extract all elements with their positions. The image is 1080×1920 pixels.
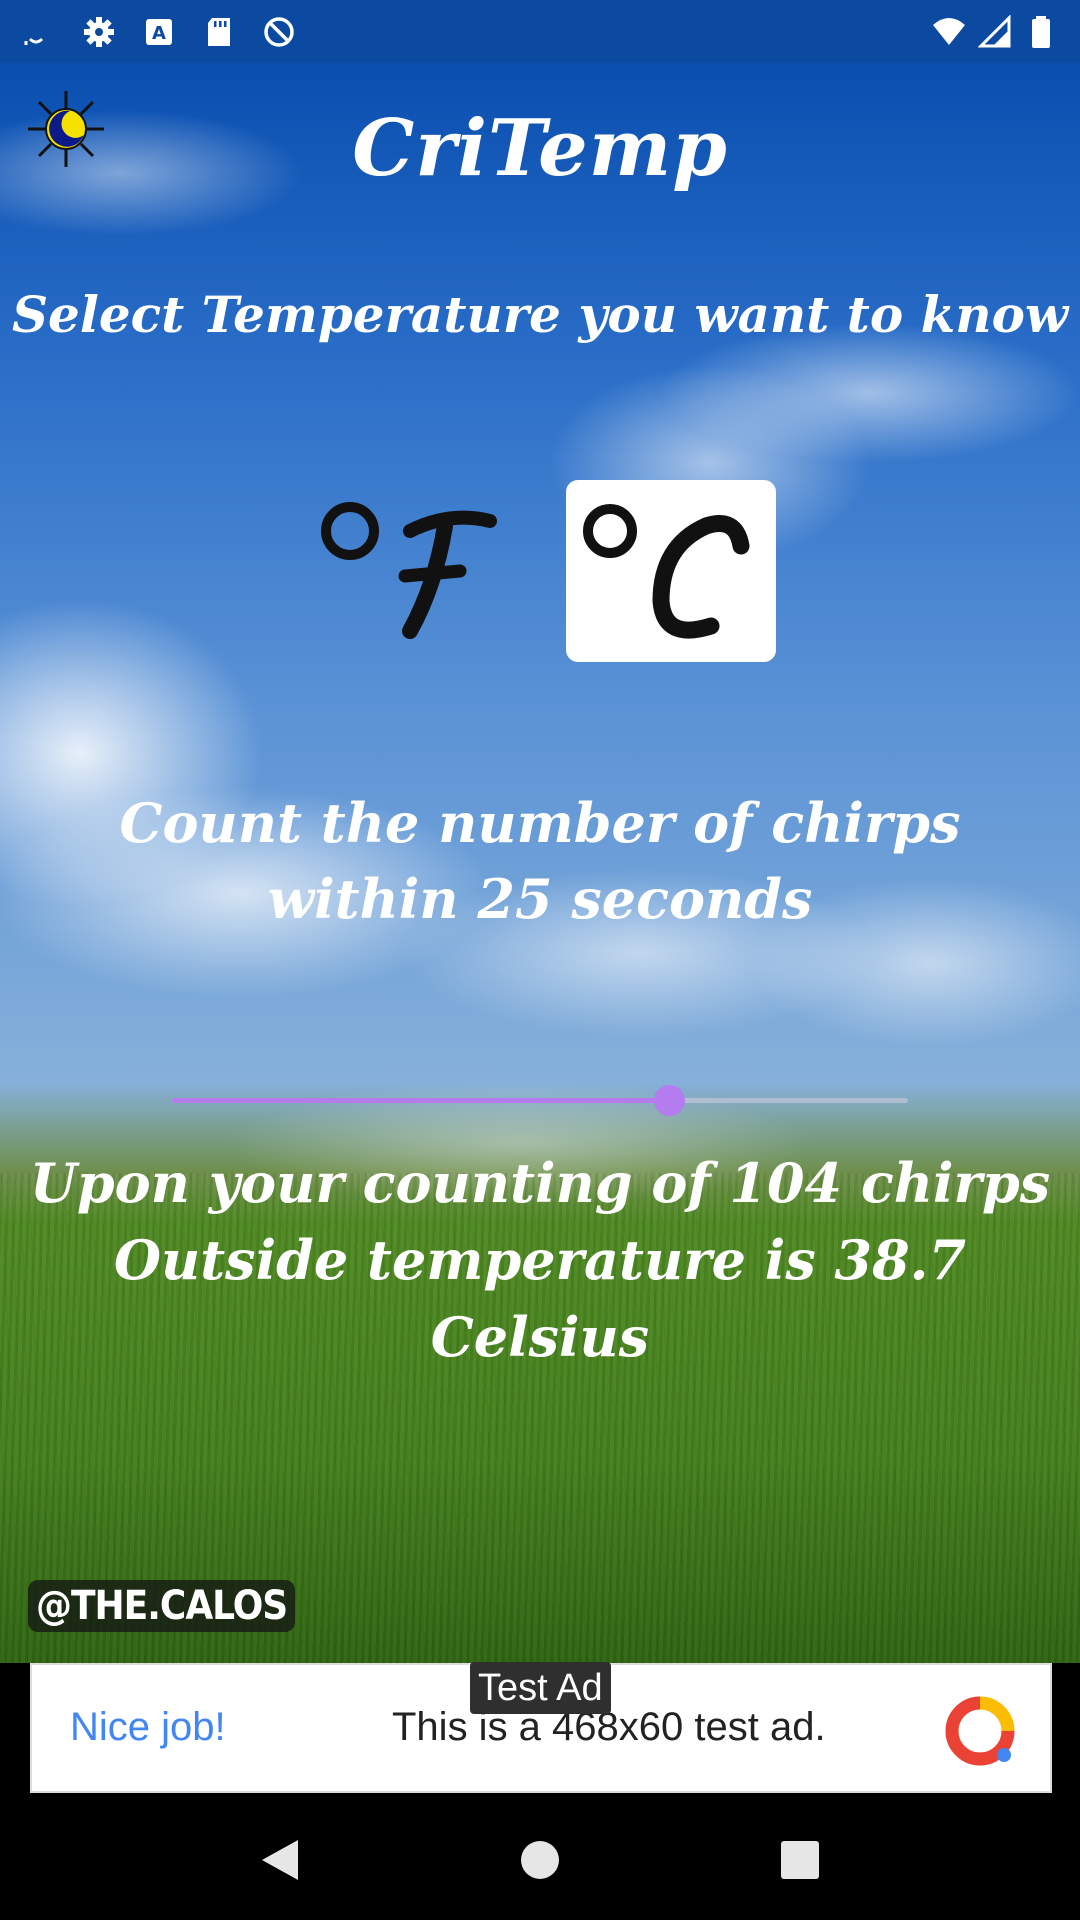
home-icon	[521, 1841, 559, 1879]
result-text: Upon your counting of 104 chirps Outside…	[0, 1145, 1080, 1376]
back-button[interactable]	[245, 1825, 315, 1895]
result-line-2: Outside temperature is 38.7 Celsius	[113, 1228, 967, 1369]
svg-text:A: A	[152, 23, 166, 44]
keyboard-a-icon: A	[146, 18, 172, 45]
sd-card-icon	[208, 17, 230, 46]
wifi-icon	[933, 17, 965, 45]
instruction-line-1: Count the number of chirps	[119, 791, 961, 855]
navigation-bar	[0, 1800, 1080, 1920]
status-right-icons	[932, 14, 1058, 49]
chirp-count-slider[interactable]	[172, 1079, 908, 1123]
ad-area: Nice job! This is a 468x60 test ad. Test…	[0, 1662, 1080, 1800]
recents-icon	[781, 1841, 819, 1879]
status-left-icons: A	[22, 15, 296, 49]
app-screen: CriTemp Select Temperature you want to k…	[0, 63, 1080, 1663]
do-not-disturb-icon	[264, 16, 294, 47]
instruction-line-2: within 25 seconds	[267, 867, 813, 931]
slider-thumb[interactable]	[654, 1085, 685, 1116]
watermark-label: @THE.CALOS	[28, 1580, 296, 1632]
ad-headline[interactable]: Nice job!	[70, 1705, 226, 1750]
subtitle: Select Temperature you want to know	[11, 285, 1069, 344]
instruction-text: Count the number of chirps within 25 sec…	[0, 785, 1080, 937]
signal-icon	[978, 14, 1011, 47]
gear-icon	[84, 16, 114, 47]
ad-logo-icon[interactable]	[944, 1695, 1016, 1767]
result-line-1: Upon your counting of 104 chirps	[29, 1151, 1051, 1215]
celsius-symbol	[583, 504, 750, 639]
app-title: CriTemp	[352, 103, 728, 194]
home-button[interactable]	[505, 1825, 575, 1895]
back-icon	[262, 1840, 298, 1880]
recents-button[interactable]	[765, 1825, 835, 1895]
slider-fill	[172, 1098, 669, 1103]
status-bar: A	[0, 0, 1080, 63]
fahrenheit-button[interactable]	[300, 480, 510, 662]
missed-call-icon	[24, 37, 44, 45]
fahrenheit-symbol	[321, 502, 497, 639]
test-ad-badge: Test Ad	[470, 1662, 611, 1714]
battery-icon	[1032, 15, 1050, 48]
celsius-button[interactable]	[566, 480, 776, 662]
